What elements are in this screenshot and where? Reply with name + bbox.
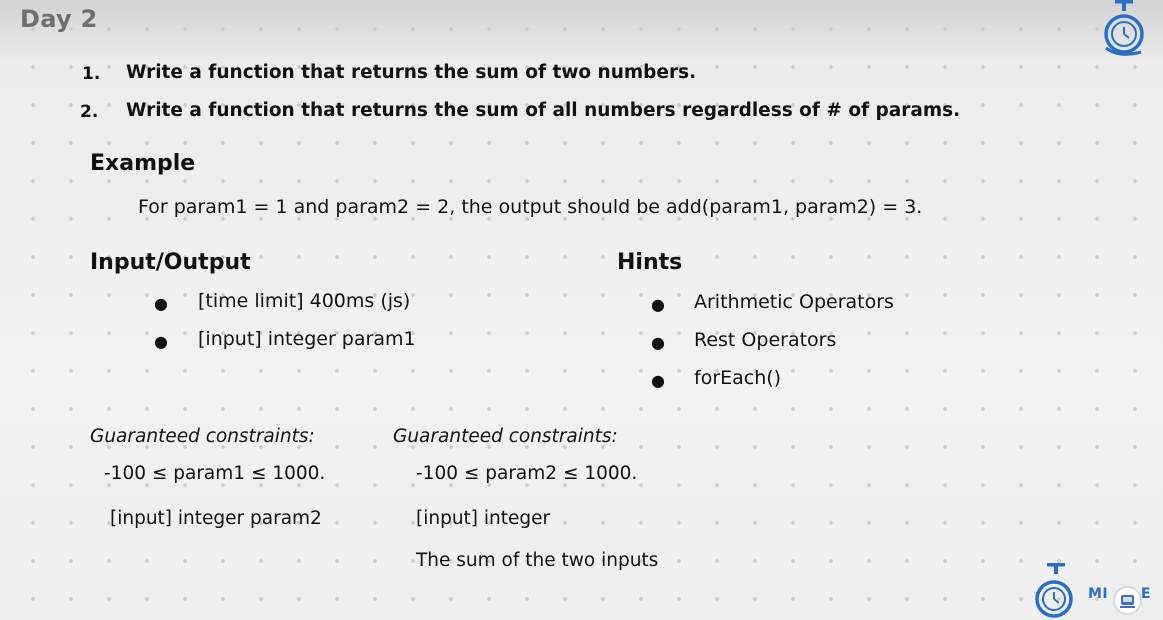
hint-item: Arithmetic Operators bbox=[694, 291, 894, 313]
constraint-range: -100 ≤ param2 ≤ 1000. bbox=[416, 463, 638, 484]
avatar-badge-icon bbox=[1113, 586, 1142, 615]
bullet-icon: ● bbox=[651, 295, 665, 314]
task-number: 2. bbox=[80, 102, 99, 122]
example-heading: Example bbox=[90, 151, 196, 176]
bullet-icon: ● bbox=[154, 294, 168, 313]
constraints-heading: Guaranteed constraints: bbox=[90, 426, 315, 447]
hint-item: Rest Operators bbox=[694, 329, 837, 351]
stopwatch-logo-icon bbox=[1035, 563, 1073, 618]
constraint-input: [input] integer bbox=[416, 508, 551, 529]
hint-item: forEach() bbox=[694, 367, 782, 389]
constraint-range: -100 ≤ param1 ≤ 1000. bbox=[104, 463, 326, 484]
example-text: For param1 = 1 and param2 = 2, the outpu… bbox=[138, 196, 923, 218]
bullet-icon: ● bbox=[651, 371, 665, 390]
brand-text: MI bbox=[1088, 586, 1109, 602]
hints-heading: Hints bbox=[617, 250, 683, 275]
constraints-heading: Guaranteed constraints: bbox=[393, 426, 618, 447]
input-output-heading: Input/Output bbox=[90, 250, 251, 275]
brand-text-tail: E bbox=[1141, 586, 1151, 602]
io-item: [time limit] 400ms (js) bbox=[198, 290, 411, 312]
io-item: [input] integer param1 bbox=[198, 328, 416, 350]
bullet-icon: ● bbox=[154, 332, 168, 351]
stopwatch-logo-icon bbox=[1104, 0, 1144, 56]
task-number: 1. bbox=[82, 64, 101, 84]
task-text: Write a function that returns the sum of… bbox=[126, 62, 697, 83]
constraint-input: [input] integer param2 bbox=[110, 508, 322, 529]
bullet-icon: ● bbox=[651, 333, 665, 352]
day-title: Day 2 bbox=[20, 5, 98, 33]
constraint-output: The sum of the two inputs bbox=[416, 550, 659, 571]
task-text: Write a function that returns the sum of… bbox=[126, 100, 961, 121]
